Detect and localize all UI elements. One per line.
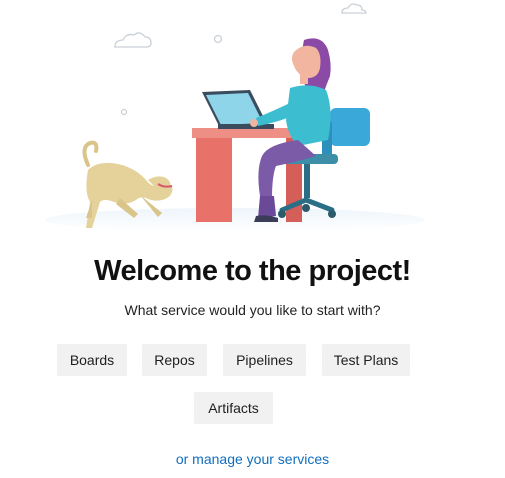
boards-button[interactable]: Boards (57, 344, 127, 376)
welcome-illustration (45, 3, 425, 232)
page-subtitle: What service would you like to start wit… (124, 302, 381, 318)
test-plans-button[interactable]: Test Plans (322, 344, 410, 376)
manage-services-link[interactable]: or manage your services (0, 451, 505, 467)
artifacts-button[interactable]: Artifacts (194, 392, 273, 424)
pipelines-button[interactable]: Pipelines (223, 344, 306, 376)
cloud-icon (341, 3, 367, 14)
page-title: Welcome to the project! (94, 255, 411, 287)
cloud-icon (114, 32, 152, 48)
repos-button[interactable]: Repos (142, 344, 207, 376)
